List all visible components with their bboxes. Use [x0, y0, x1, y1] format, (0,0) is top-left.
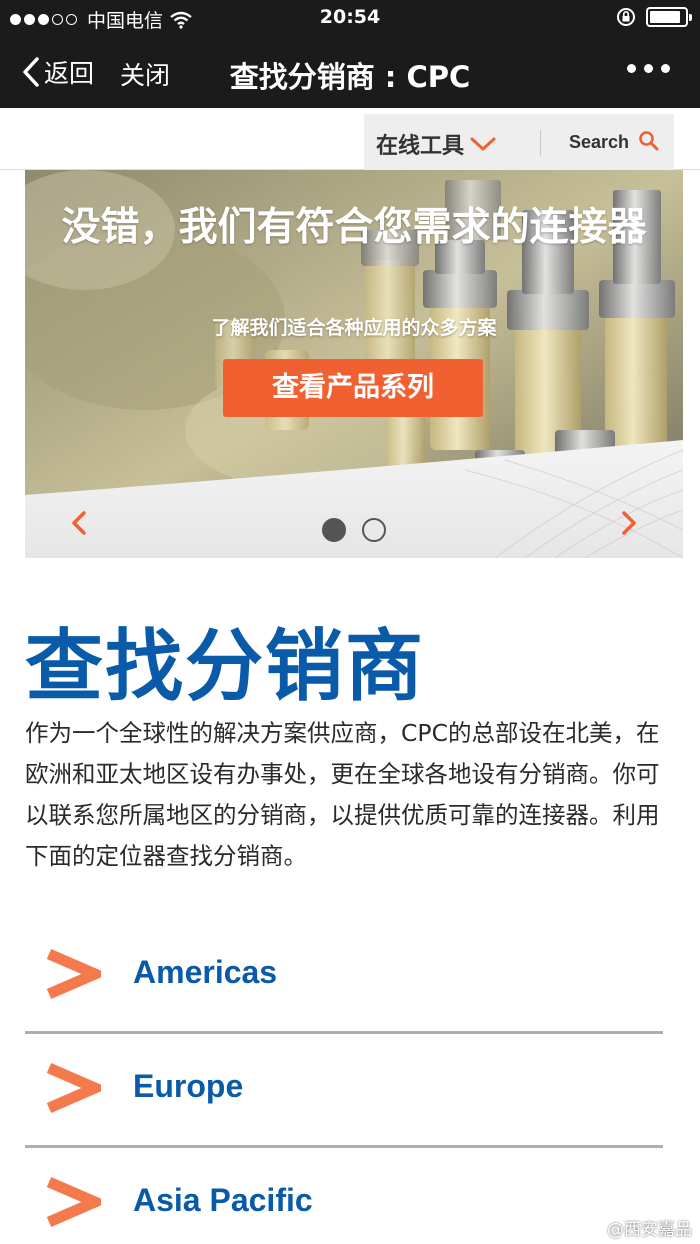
online-tools-label: 在线工具: [376, 134, 465, 159]
carousel-next-icon[interactable]: [619, 510, 639, 536]
search-icon[interactable]: [638, 130, 660, 152]
nav-bar: 返回 关闭 查找分销商 : CPC: [0, 36, 700, 108]
region-item-europe[interactable]: Europe: [25, 1036, 663, 1148]
tools-toolbar: 在线工具 Search: [364, 114, 674, 170]
site-header: 在线工具 Search: [0, 108, 700, 170]
page-title: 查找分销商: [25, 622, 426, 712]
region-label: Americas: [133, 954, 278, 990]
more-dot-icon: [627, 64, 636, 73]
chevron-right-icon: [46, 1062, 101, 1114]
orientation-lock-icon: [617, 8, 635, 26]
search-button[interactable]: Search: [569, 132, 629, 153]
watermark: @西安嘉品: [607, 1220, 692, 1240]
view-products-button[interactable]: 查看产品系列: [223, 359, 483, 417]
intro-text: 作为一个全球性的解决方案供应商，CPC的总部设在北美，在欧洲和亚太地区设有办事处…: [25, 719, 660, 870]
chevron-right-icon: [46, 1176, 101, 1228]
back-label: 返回: [44, 59, 95, 88]
hero-carousel: 没错，我们有符合您需求的连接器 了解我们适合各种应用的众多方案 查看产品系列: [25, 170, 683, 558]
region-item-asia-pacific[interactable]: Asia Pacific: [25, 1150, 663, 1244]
region-label: Asia Pacific: [133, 1182, 313, 1218]
page-title-bar: 查找分销商 : CPC: [229, 60, 471, 94]
more-dot-icon: [644, 64, 653, 73]
carousel-dot-2[interactable]: [362, 518, 386, 542]
chevron-right-icon: [46, 948, 101, 1000]
online-tools-menu[interactable]: 在线工具: [376, 128, 496, 160]
battery-icon: [646, 7, 692, 27]
status-time: 20:54: [319, 6, 381, 28]
back-button[interactable]: 返回: [22, 54, 94, 90]
page: 中国电信 20:54 返回 关闭 查找分销商 : CPC 在线工具 Search…: [0, 0, 700, 1244]
toolbar-divider: [540, 130, 541, 156]
status-right: [616, 7, 692, 27]
region-item-americas[interactable]: Americas: [25, 922, 663, 1034]
carousel-dot-1[interactable]: [322, 518, 346, 542]
region-label: Europe: [133, 1068, 244, 1104]
chevron-left-icon: [23, 57, 39, 87]
carousel-prev-icon[interactable]: [69, 510, 89, 536]
hero-title: 没错，我们有符合您需求的连接器: [61, 205, 647, 250]
more-dot-icon: [661, 64, 670, 73]
status-bar: 中国电信 20:54: [0, 0, 700, 36]
hero-subtitle: 了解我们适合各种应用的众多方案: [211, 317, 497, 339]
chevron-down-icon: [470, 137, 496, 151]
more-options-button[interactable]: [627, 64, 670, 73]
